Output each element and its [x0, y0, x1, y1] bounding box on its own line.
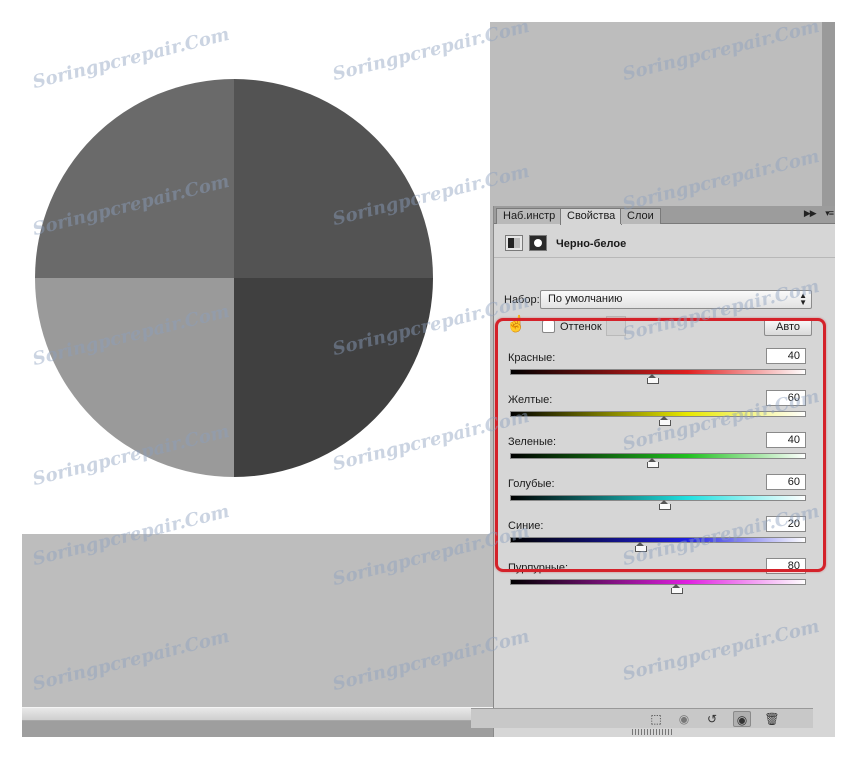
circle-quadrant-top-right [234, 79, 433, 278]
circle-quadrant-bottom-right [234, 278, 433, 477]
tab-properties[interactable]: Свойства [560, 208, 623, 225]
preset-label: Набор: [504, 294, 540, 306]
panel-menu-icon[interactable]: ▾≡ [825, 208, 834, 219]
document-canvas [22, 22, 490, 534]
panel-footer-toolbar: ⬚ ◉ ↺ ◉ 🗑 [471, 708, 813, 728]
layer-mask-icon[interactable] [529, 235, 547, 251]
circle-quadrant-bottom-left [35, 278, 234, 477]
adjustment-title: Черно-белое [556, 238, 627, 250]
highlight-annotation [495, 318, 826, 572]
preset-value: По умолчанию [548, 293, 623, 305]
panel-menu-controls: ▶▶ ▾≡ [796, 208, 834, 219]
clip-to-layer-icon[interactable]: ⬚ [647, 711, 665, 727]
collapse-icon[interactable]: ▶▶ [804, 208, 817, 219]
resize-grip[interactable] [632, 729, 672, 735]
visibility-eye-icon[interactable]: ◉ [733, 711, 751, 727]
circle-quadrant-top-left [35, 79, 234, 278]
slider-track[interactable] [510, 579, 806, 585]
panel-tab-bar: Наб.инстр Свойства Слои ▶▶ ▾≡ [494, 206, 835, 225]
bw-circle-image [35, 79, 433, 477]
properties-header: Черно-белое [494, 230, 835, 258]
status-bar [22, 721, 494, 737]
horizontal-scrollbar[interactable] [22, 707, 494, 721]
tab-tool-presets[interactable]: Наб.инстр [496, 208, 563, 224]
scroll-gutter [822, 22, 835, 212]
adjustment-layer-icon[interactable] [505, 235, 523, 251]
reset-icon[interactable]: ↺ [703, 711, 721, 727]
preset-dropdown[interactable]: По умолчанию ▲ ▼ [540, 290, 812, 309]
tab-layers[interactable]: Слои [620, 208, 661, 224]
trash-icon[interactable]: 🗑 [763, 711, 781, 727]
updown-arrows-icon: ▲ ▼ [799, 291, 807, 307]
view-previous-icon[interactable]: ◉ [675, 711, 693, 727]
